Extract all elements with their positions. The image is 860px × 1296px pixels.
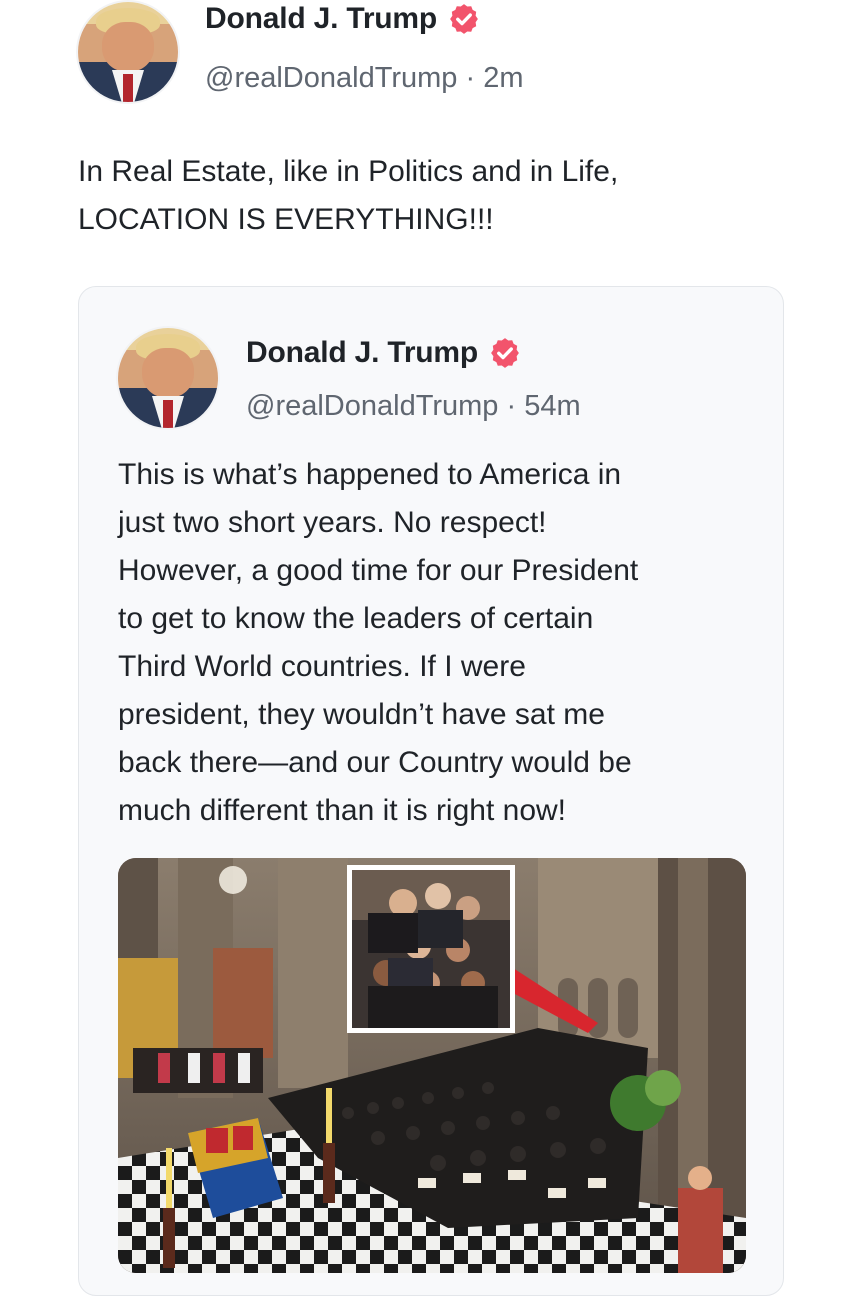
quoted-post-timestamp[interactable]: 54m (524, 390, 580, 422)
quoted-text-line: However, a good time for our President (118, 554, 639, 587)
quoted-post-text: This is what’s happened to America in ju… (118, 451, 768, 835)
quoted-text-line: just two short years. No respect! (118, 506, 547, 539)
quoted-text-line: president, they wouldn’t have sat me (118, 698, 605, 731)
quoted-text-line: This is what’s happened to America in (118, 458, 622, 491)
quoted-text-line: back there—and our Country would be (118, 746, 632, 779)
quoted-text-line: Third World countries. If I were (118, 650, 526, 683)
quoted-author-meta: @realDonaldTrump · 54m (246, 390, 581, 423)
author-name[interactable]: Donald J. Trump (205, 2, 437, 36)
post-text: In Real Estate, like in Politics and in … (78, 148, 798, 244)
quoted-author-name-row: Donald J. Trump (246, 336, 522, 370)
quoted-author-handle[interactable]: @realDonaldTrump (246, 390, 498, 422)
post-text-line: In Real Estate, like in Politics and in … (78, 155, 619, 188)
quoted-author-avatar[interactable] (118, 328, 218, 428)
author-name-row: Donald J. Trump (205, 2, 481, 36)
quoted-text-line: to get to know the leaders of certain (118, 602, 594, 635)
post-text-line: LOCATION IS EVERYTHING!!! (78, 203, 494, 236)
author-meta: @realDonaldTrump · 2m (205, 62, 524, 95)
author-avatar[interactable] (78, 2, 178, 102)
quoted-post-photo[interactable] (118, 858, 746, 1273)
quoted-author-name[interactable]: Donald J. Trump (246, 336, 478, 370)
verified-badge-icon (450, 4, 478, 34)
quoted-text-line: much different than it is right now! (118, 794, 567, 827)
meta-separator: · (506, 390, 517, 422)
post-timestamp[interactable]: 2m (483, 62, 523, 94)
post: Donald J. Trump @realDonaldTrump · 2m In… (0, 0, 860, 1296)
verified-badge-icon (491, 338, 519, 368)
meta-separator: · (465, 62, 476, 94)
author-handle[interactable]: @realDonaldTrump (205, 62, 457, 94)
